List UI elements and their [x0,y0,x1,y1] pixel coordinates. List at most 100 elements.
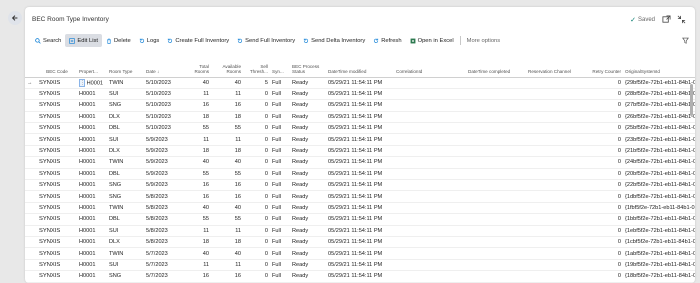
table-cell-retry-counter[interactable]: 0 [584,99,623,112]
table-cell-sell-thresh[interactable]: 0 [243,179,270,192]
table-cell-originalsystemid[interactable]: {1cbf5f2e-72b1-eb11-84b1-0 [623,236,695,249]
table-cell-datetime-completed[interactable] [466,99,526,112]
table-cell-available-rooms[interactable]: 18 [211,111,243,124]
table-cell-date[interactable]: 5/8/2023 [144,213,182,226]
table-cell-datetime-modified[interactable]: 05/29/21 11:54:11 PM [326,145,394,158]
table-cell-datetime-completed[interactable] [466,111,526,124]
table-cell-datetime-completed[interactable] [466,225,526,237]
table-cell-sell-thresh[interactable]: 0 [243,270,270,283]
table-cell-available-rooms[interactable]: 11 [211,88,243,101]
table-cell-date[interactable]: 5/10/2023 [144,111,182,124]
table-cell-bec-process-status[interactable]: Ready [290,202,326,215]
table-cell-originalsystemid[interactable]: {1fbf5f2e-72b1-eb11-84b1-0 [623,202,695,215]
table-cell-room-type[interactable]: DLX [107,236,144,249]
table-cell-reservation-channel[interactable] [526,145,584,158]
table-cell-available-rooms[interactable]: 16 [211,179,243,192]
table-cell-syn[interactable]: Full [270,77,290,89]
table-row[interactable]: SYNXIS H0001 SUI 5/7/2023 11 11 0 Full Ready 05/2… [25,259,695,272]
table-cell-retry-counter[interactable]: 0 [584,236,623,249]
table-cell-date[interactable]: 5/9/2023 [144,145,182,158]
table-cell-sell-thresh[interactable]: 0 [243,156,270,169]
table-cell-originalsystemid[interactable]: {24bf5f2e-72b1-eb11-84b1-0 [623,156,695,169]
more-options-button[interactable]: More options [463,34,505,47]
table-cell-datetime-modified[interactable]: 05/29/21 11:54:11 PM [326,236,394,249]
table-cell-date[interactable]: 5/8/2023 [144,190,182,203]
table-cell-correlationid[interactable] [394,213,466,226]
table-cell-room-type[interactable]: DBL [107,168,144,181]
table-cell-reservation-channel[interactable] [526,247,584,260]
table-cell-sell-thresh[interactable]: 0 [243,259,270,272]
table-cell-datetime-completed[interactable] [466,179,526,192]
table-cell-total-rooms[interactable]: 40 [182,77,211,89]
table-cell-sell-thresh[interactable]: 5 [243,77,270,89]
table-cell-originalsystemid[interactable]: {26bf5f2e-72b1-eb11-84b1-0 [623,111,695,124]
table-cell-syn[interactable]: Full [270,99,290,112]
table-cell-originalsystemid[interactable]: {20bf5f2e-72b1-eb11-84b1-0 [623,168,695,181]
table-cell-bec-code[interactable]: SYNXIS [37,111,77,124]
table-cell-bec-code[interactable]: SYNXIS [37,122,77,135]
table-cell-reservation-channel[interactable] [526,236,584,249]
table-cell-total-rooms[interactable]: 40 [182,156,211,169]
table-cell-originalsystemid[interactable]: {28bf5f2e-72b1-eb11-84b1-0 [623,88,695,101]
table-cell-sell-thresh[interactable]: 0 [243,247,270,260]
table-cell-reservation-channel[interactable] [526,133,584,146]
table-cell-bec-process-status[interactable]: Ready [290,168,326,181]
table-cell-date[interactable]: 5/8/2023 [144,225,182,237]
table-cell-syn[interactable]: Full [270,122,290,135]
row-indicator[interactable] [25,122,37,135]
table-cell-available-rooms[interactable]: 55 [211,213,243,226]
table-cell-syn[interactable]: Full [270,236,290,249]
table-cell-propert[interactable]: H0001 [77,145,107,158]
table-row[interactable]: SYNXIS H0001 TWIN 5/8/2023 40 40 0 Full Ready 05/… [25,202,695,215]
table-cell-bec-process-status[interactable]: Ready [290,122,326,135]
table-cell-datetime-modified[interactable]: 05/29/21 11:54:11 PM [326,270,394,283]
table-cell-room-type[interactable]: DLX [107,145,144,158]
table-cell-bec-process-status[interactable]: Ready [290,156,326,169]
table-row[interactable]: SYNXIS H0001 TWIN 5/7/2023 40 40 0 Full Ready 05/… [25,247,695,260]
row-indicator[interactable] [25,156,37,169]
row-indicator[interactable] [25,179,37,192]
table-cell-reservation-channel[interactable] [526,122,584,135]
column-header-correlation-id[interactable]: CorrelationId [394,50,466,78]
table-cell-date[interactable]: 5/10/2023 [144,77,182,89]
vertical-scrollbar[interactable] [690,82,693,277]
table-cell-datetime-completed[interactable] [466,88,526,101]
table-cell-reservation-channel[interactable] [526,88,584,101]
table-cell-retry-counter[interactable]: 0 [584,156,623,169]
table-cell-available-rooms[interactable]: 16 [211,190,243,203]
table-cell-sell-thresh[interactable]: 0 [243,236,270,249]
table-cell-date[interactable]: 5/9/2023 [144,133,182,146]
table-cell-retry-counter[interactable]: 0 [584,259,623,272]
table-cell-originalsystemid[interactable]: {19bf5f2e-72b1-eb11-84b1-0 [623,259,695,272]
table-row[interactable]: SYNXIS H0001 SUI 5/10/2023 11 11 0 Full Ready 05/… [25,88,695,101]
table-cell-bec-code[interactable]: SYNXIS [37,236,77,249]
table-cell-available-rooms[interactable]: 11 [211,259,243,272]
table-cell-correlationid[interactable] [394,236,466,249]
table-cell-date[interactable]: 5/7/2023 [144,259,182,272]
table-cell-correlationid[interactable] [394,122,466,135]
table-row[interactable]: SYNXIS H0001 SNG 5/7/2023 16 16 0 Full Ready 05/2… [25,270,695,283]
table-row[interactable]: SYNXIS H0001 DBL 5/8/2023 55 55 0 Full Ready 05/2… [25,213,695,226]
table-cell-retry-counter[interactable]: 0 [584,225,623,237]
table-cell-bec-code[interactable]: SYNXIS [37,179,77,192]
table-cell-syn[interactable]: Full [270,133,290,146]
table-cell-propert[interactable]: H0001 [77,122,107,135]
table-cell-correlationid[interactable] [394,133,466,146]
table-cell-sell-thresh[interactable]: 0 [243,145,270,158]
table-cell-date[interactable]: 5/7/2023 [144,247,182,260]
row-indicator[interactable] [25,213,37,226]
table-cell-propert[interactable]: H0001 [77,179,107,192]
table-cell-propert[interactable]: H0001 [77,213,107,226]
table-cell-retry-counter[interactable]: 0 [584,77,623,89]
table-cell-available-rooms[interactable]: 16 [211,99,243,112]
table-cell-syn[interactable]: Full [270,145,290,158]
table-row[interactable]: SYNXIS H0001 DBL 5/9/2023 55 55 0 Full Ready 05/2… [25,168,695,181]
table-cell-reservation-channel[interactable] [526,270,584,283]
table-cell-datetime-modified[interactable]: 05/29/21 11:54:11 PM [326,156,394,169]
send-delta-inventory-button[interactable]: Send Delta Inventory [299,34,369,47]
edit-list-button[interactable]: Edit List [65,34,102,47]
table-cell-available-rooms[interactable]: 11 [211,225,243,237]
row-indicator[interactable] [25,247,37,260]
table-cell-propert[interactable]: H0001 [77,88,107,101]
table-cell-reservation-channel[interactable] [526,77,584,89]
